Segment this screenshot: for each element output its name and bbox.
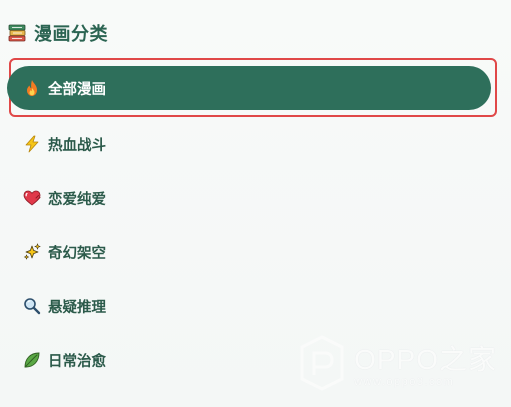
- category-item-label: 全部漫画: [48, 81, 106, 98]
- category-item-slice-of-life[interactable]: 日常治愈: [12, 338, 106, 382]
- heart-icon: [22, 188, 42, 208]
- magnifier-icon: [22, 296, 42, 316]
- sparkles-icon: [22, 242, 42, 262]
- category-item-label: 恋爱纯爱: [48, 191, 106, 208]
- category-item-label: 日常治愈: [48, 353, 106, 370]
- watermark-logo-icon: [300, 335, 344, 391]
- leaf-icon: [22, 350, 42, 370]
- books-icon: [6, 22, 28, 44]
- category-header: 漫画分类: [6, 20, 108, 46]
- category-item-label: 悬疑推理: [48, 299, 106, 316]
- watermark: OPPO之家 www.oppo3.com: [298, 335, 497, 391]
- category-item-action[interactable]: 热血战斗: [12, 122, 106, 166]
- category-title: 漫画分类: [34, 24, 108, 45]
- category-item-label: 奇幻架空: [48, 245, 106, 262]
- category-panel: 漫画分类 全部漫画 热血战斗 恋爱纯爱 奇幻架空 悬疑推理 日常治愈 OPPO之…: [0, 0, 511, 407]
- category-item-all[interactable]: 全部漫画: [7, 66, 491, 110]
- watermark-brand: OPPO之家: [354, 344, 497, 375]
- watermark-text: OPPO之家 www.oppo3.com: [354, 338, 497, 388]
- category-item-romance[interactable]: 恋爱纯爱: [12, 176, 106, 220]
- watermark-url: www.oppo3.com: [354, 376, 455, 388]
- fire-icon: [22, 78, 42, 98]
- category-item-fantasy[interactable]: 奇幻架空: [12, 230, 106, 274]
- lightning-icon: [22, 134, 42, 154]
- category-item-label: 热血战斗: [48, 137, 106, 154]
- category-item-mystery[interactable]: 悬疑推理: [12, 284, 106, 328]
